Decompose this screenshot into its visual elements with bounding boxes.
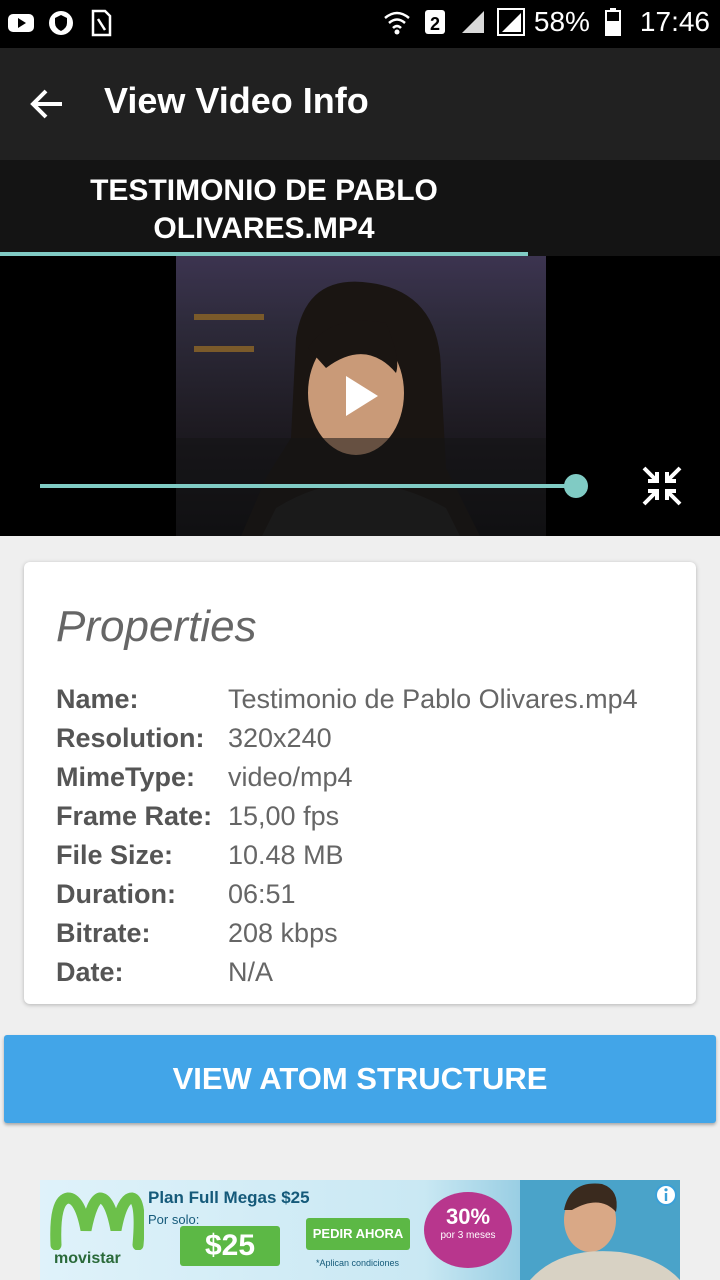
property-row-frame-rate: Frame Rate: 15,00 fps bbox=[56, 797, 676, 836]
property-row-date: Date: N/A bbox=[56, 953, 676, 992]
ad-discount-badge: 30% por 3 meses bbox=[424, 1192, 512, 1268]
property-label: Bitrate: bbox=[56, 918, 151, 948]
property-row-name: Name: Testimonio de Pablo Olivares.mp4 bbox=[56, 680, 676, 719]
ad-por-solo: Por solo: bbox=[148, 1212, 200, 1227]
sim-card-icon bbox=[86, 8, 116, 38]
video-file-title: TESTIMONIO DE PABLO OLIVARES.MP4 bbox=[90, 174, 438, 245]
wifi-icon bbox=[382, 7, 412, 37]
ad-headline: Plan Full Megas $25 bbox=[148, 1188, 310, 1207]
collapse-icon bbox=[642, 466, 682, 506]
ad-brand: movistar bbox=[54, 1250, 121, 1267]
video-player[interactable] bbox=[0, 256, 720, 536]
play-icon bbox=[346, 376, 378, 416]
signal-icon-2 bbox=[496, 7, 526, 37]
property-value: 06:51 bbox=[228, 879, 296, 909]
property-value: video/mp4 bbox=[228, 762, 353, 792]
clock: 17:46 bbox=[639, 6, 710, 37]
properties-list: Name: Testimonio de Pablo Olivares.mp4 R… bbox=[56, 680, 676, 992]
back-button[interactable] bbox=[26, 82, 70, 126]
property-value: Testimonio de Pablo Olivares.mp4 bbox=[228, 684, 638, 714]
properties-card: Properties Name: Testimonio de Pablo Oli… bbox=[24, 562, 696, 1004]
property-label: Duration: bbox=[56, 879, 176, 909]
property-label: Date: bbox=[56, 957, 124, 987]
app-bar: View Video Info bbox=[0, 48, 720, 160]
property-value: 15,00 fps bbox=[228, 801, 340, 831]
property-row-file-size: File Size: 10.48 MB bbox=[56, 836, 676, 875]
shield-icon bbox=[46, 8, 76, 38]
property-value: N/A bbox=[228, 957, 274, 987]
ad-badge-percent: 30% bbox=[445, 1204, 491, 1229]
sim-slot-icon: 2 bbox=[420, 7, 450, 37]
property-value: 320x240 bbox=[228, 723, 332, 753]
property-row-duration: Duration: 06:51 bbox=[56, 875, 676, 914]
youtube-icon bbox=[6, 8, 36, 38]
properties-title: Properties bbox=[56, 602, 257, 651]
seek-bar-thumb[interactable] bbox=[564, 474, 588, 498]
ad-badge-sub: por 3 meses bbox=[440, 1230, 496, 1241]
movistar-logo-icon bbox=[50, 1192, 144, 1250]
property-label: File Size: bbox=[56, 840, 174, 870]
ad-cta-button[interactable]: PEDIR AHORA bbox=[306, 1218, 410, 1250]
ad-banner[interactable]: movistar Plan Full Megas $25 Por solo: $… bbox=[40, 1180, 680, 1280]
ad-note: *Aplican condiciones bbox=[316, 1258, 400, 1268]
file-title-bar: TESTIMONIO DE PABLO OLIVARES.MP4 bbox=[0, 160, 720, 256]
battery-percent: 58% bbox=[533, 6, 590, 37]
ad-info-icon[interactable] bbox=[654, 1183, 678, 1207]
arrow-left-icon bbox=[30, 89, 62, 119]
property-row-mimetype: MimeType: video/mp4 bbox=[56, 758, 676, 797]
signal-icon bbox=[458, 7, 488, 37]
view-atom-structure-button[interactable]: VIEW ATOM STRUCTURE bbox=[4, 1035, 716, 1123]
battery-icon bbox=[598, 7, 628, 37]
property-row-resolution: Resolution: 320x240 bbox=[56, 719, 676, 758]
exit-fullscreen-button[interactable] bbox=[640, 464, 684, 508]
seek-bar[interactable] bbox=[40, 484, 576, 488]
property-label: MimeType: bbox=[56, 762, 196, 792]
property-row-bitrate: Bitrate: 208 kbps bbox=[56, 914, 676, 953]
property-value: 10.48 MB bbox=[228, 840, 344, 870]
property-label: Name: bbox=[56, 684, 139, 714]
sim-slot-number: 2 bbox=[430, 14, 440, 34]
play-button[interactable] bbox=[336, 372, 384, 420]
property-label: Frame Rate: bbox=[56, 801, 213, 831]
page-title: View Video Info bbox=[104, 80, 369, 121]
status-bar: 2 58% 17:46 bbox=[0, 0, 720, 48]
property-value: 208 kbps bbox=[228, 918, 338, 948]
property-label: Resolution: bbox=[56, 723, 205, 753]
ad-price: $25 bbox=[180, 1226, 280, 1266]
